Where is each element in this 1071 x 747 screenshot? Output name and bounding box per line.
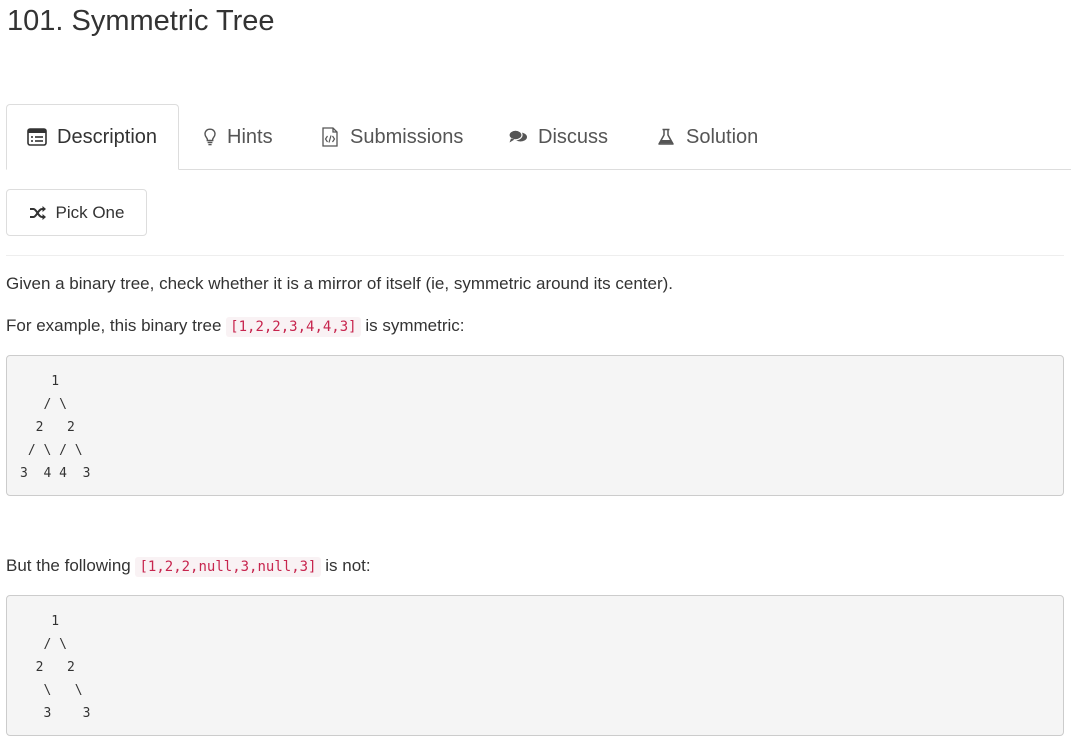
problem-page: 101. Symmetric Tree Description Hints Su…: [0, 0, 1071, 747]
shuffle-icon: [29, 205, 47, 221]
example-1-text: For example, this binary tree [1,2,2,3,4…: [6, 314, 465, 339]
tree-diagram-symmetric: 1 / \ 2 2 / \ / \ 3 4 4 3: [6, 355, 1064, 496]
tab-discuss-label: Discuss: [538, 125, 609, 148]
tab-bar: Description Hints Submissions Discuss So…: [6, 104, 1071, 170]
code-file-icon: [320, 127, 340, 147]
flask-icon: [656, 127, 676, 147]
section-divider: [6, 255, 1064, 256]
example-2-suffix: is not:: [325, 556, 371, 575]
tab-submissions[interactable]: Submissions: [320, 104, 463, 170]
tab-discuss[interactable]: Discuss: [508, 104, 608, 170]
example-1-prefix: For example, this binary tree: [6, 316, 222, 335]
example-1-suffix: is symmetric:: [365, 316, 465, 335]
tab-solution[interactable]: Solution: [656, 104, 758, 170]
tab-hints-label: Hints: [227, 125, 273, 148]
tree-diagram-asymmetric: 1 / \ 2 2 \ \ 3 3: [6, 595, 1064, 736]
tab-solution-label: Solution: [686, 125, 759, 148]
tab-description-label: Description: [57, 125, 158, 148]
problem-statement: Given a binary tree, check whether it is…: [6, 274, 674, 293]
pick-one-label: Pick One: [55, 202, 125, 222]
pick-one-button[interactable]: Pick One: [6, 189, 147, 236]
example-2-text: But the following [1,2,2,null,3,null,3] …: [6, 554, 371, 579]
tab-description[interactable]: Description: [6, 104, 179, 170]
example-2-inline-code: [1,2,2,null,3,null,3]: [135, 557, 321, 577]
page-title: 101. Symmetric Tree: [7, 5, 275, 37]
example-2-prefix: But the following: [6, 556, 131, 575]
comments-icon: [508, 127, 528, 147]
tab-submissions-label: Submissions: [350, 125, 464, 148]
tab-hints[interactable]: Hints: [203, 104, 273, 170]
list-icon: [27, 127, 47, 147]
example-1-inline-code: [1,2,2,3,4,4,3]: [226, 317, 361, 337]
lightbulb-icon: [203, 127, 217, 147]
